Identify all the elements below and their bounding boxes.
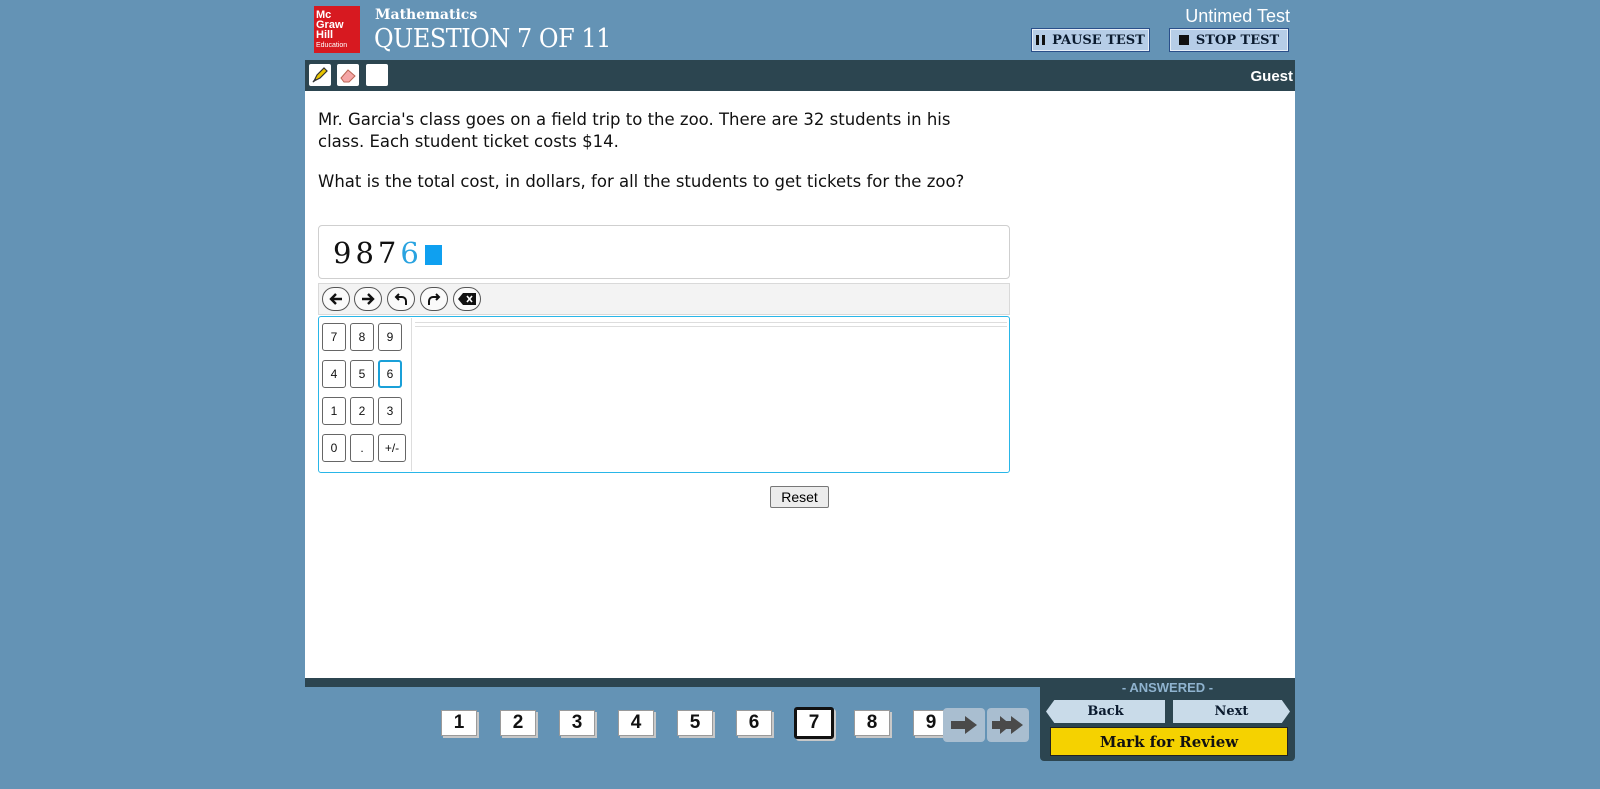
- pause-icon: [1036, 35, 1046, 45]
- stop-test-label: STOP TEST: [1195, 32, 1280, 48]
- keypad-key-6[interactable]: 6: [378, 360, 402, 388]
- question-nav-6[interactable]: 6: [736, 710, 772, 736]
- text-cursor: [424, 245, 442, 265]
- redo-icon[interactable]: [420, 287, 448, 311]
- work-area-line: [415, 326, 1007, 327]
- keypad-key-1[interactable]: 1: [322, 397, 346, 425]
- answer-field[interactable]: 9876: [318, 225, 1010, 279]
- question-nav-8[interactable]: 8: [854, 710, 890, 736]
- mcgraw-hill-logo: Mc Graw Hill Education: [314, 6, 360, 53]
- question-nav-2[interactable]: 2: [500, 710, 536, 736]
- pause-test-label: PAUSE TEST: [1052, 32, 1145, 48]
- answer-last-digit: 6: [400, 236, 423, 270]
- work-area-line: [415, 322, 1007, 323]
- mark-for-review-button[interactable]: Mark for Review: [1050, 727, 1288, 756]
- question-nav-3[interactable]: 3: [559, 710, 595, 736]
- back-button[interactable]: Back: [1046, 700, 1165, 723]
- next-button[interactable]: Next: [1173, 700, 1290, 723]
- tool-bar: [305, 60, 1295, 91]
- stop-icon: [1178, 35, 1189, 45]
- arrow-left-icon[interactable]: [322, 287, 350, 311]
- keypad-key-8[interactable]: 8: [350, 323, 374, 351]
- answer-status: - ANSWERED -: [1121, 680, 1214, 695]
- keypad-key-sign[interactable]: +/-: [378, 434, 406, 462]
- question-nav-1[interactable]: 1: [441, 710, 477, 736]
- keypad-key-7[interactable]: 7: [322, 323, 346, 351]
- undo-icon[interactable]: [387, 287, 415, 311]
- scroll-next-icon[interactable]: [943, 708, 985, 742]
- stop-test-button[interactable]: STOP TEST: [1169, 28, 1289, 52]
- backspace-icon[interactable]: [453, 287, 481, 311]
- scroll-last-icon[interactable]: [987, 708, 1029, 742]
- keypad-key-2[interactable]: 2: [350, 397, 374, 425]
- keypad-divider: [411, 318, 412, 471]
- pause-test-button[interactable]: PAUSE TEST: [1031, 28, 1150, 52]
- keypad-key-4[interactable]: 4: [322, 360, 346, 388]
- question-nav-5[interactable]: 5: [677, 710, 713, 736]
- keypad-key-3[interactable]: 3: [378, 397, 402, 425]
- highlighter-icon[interactable]: [309, 64, 331, 86]
- keypad-key-decimal[interactable]: .: [350, 434, 374, 462]
- question-paragraph-1: Mr. Garcia's class goes on a field trip …: [318, 110, 951, 151]
- logo-line: Education: [316, 42, 348, 49]
- subject-label: Mathematics: [375, 7, 478, 23]
- blank-tool-button[interactable]: [366, 64, 388, 86]
- keypad-key-0[interactable]: 0: [322, 434, 346, 462]
- timer-mode-label: Untimed Test: [1185, 6, 1290, 26]
- question-nav-4[interactable]: 4: [618, 710, 654, 736]
- keypad-key-5[interactable]: 5: [350, 360, 374, 388]
- user-name: Guest: [1250, 68, 1293, 85]
- question-paragraph-2: What is the total cost, in dollars, for …: [318, 172, 965, 191]
- keypad-key-9[interactable]: 9: [378, 323, 402, 351]
- question-nav-7[interactable]: 7: [794, 707, 834, 739]
- question-title: QUESTION 7 OF 11: [374, 24, 611, 54]
- arrow-right-icon[interactable]: [354, 287, 382, 311]
- answer-digits: 987: [333, 236, 401, 270]
- logo-line: Hill: [316, 29, 334, 41]
- answer-value: 9876: [333, 236, 442, 270]
- keypad-panel: [318, 316, 1010, 473]
- eraser-icon[interactable]: [337, 64, 359, 86]
- reset-button[interactable]: Reset: [770, 486, 829, 508]
